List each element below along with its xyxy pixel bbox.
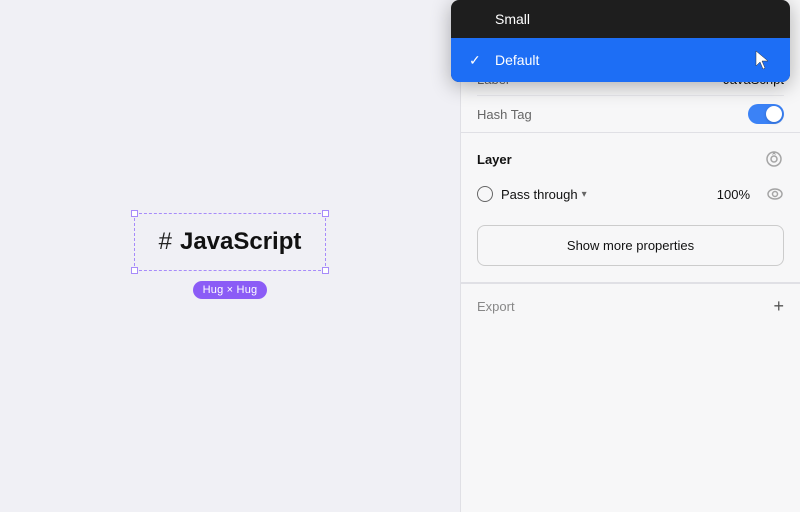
export-section: Export + — [461, 283, 800, 329]
check-empty — [469, 11, 485, 27]
export-label: Export — [477, 299, 515, 314]
size-dropdown[interactable]: Small ✓ Default — [451, 0, 790, 82]
component-frame[interactable]: # JavaScript — [134, 213, 327, 271]
canvas-area: # JavaScript Hug × Hug — [0, 0, 460, 512]
blend-mode-label: Pass through — [501, 187, 578, 202]
export-add-icon[interactable]: + — [773, 296, 784, 317]
handle-bottom-right[interactable] — [322, 267, 329, 274]
layer-title: Layer — [477, 152, 512, 167]
visibility-icon[interactable] — [766, 185, 784, 203]
dropdown-item-small[interactable]: Small — [451, 0, 790, 38]
layer-blend-row: Pass through ▾ 100% — [477, 179, 784, 209]
dropdown-label-default: Default — [495, 52, 744, 68]
hashtag-key: Hash Tag — [477, 107, 748, 122]
show-more-properties-button[interactable]: Show more properties — [477, 225, 784, 266]
handle-top-left[interactable] — [131, 210, 138, 217]
layer-section: Layer Pass through ▾ 100% — [461, 133, 800, 209]
right-panel: Small ✓ Default Label JavaScript Hash Ta… — [460, 0, 800, 512]
hashtag-toggle[interactable] — [748, 104, 784, 124]
dropdown-label-small: Small — [495, 11, 772, 27]
dropdown-item-default[interactable]: ✓ Default — [451, 38, 790, 82]
opacity-value[interactable]: 100% — [717, 187, 750, 202]
check-icon: ✓ — [469, 52, 485, 69]
hash-symbol: # — [159, 228, 172, 256]
blend-chevron-icon: ▾ — [582, 189, 587, 200]
blend-icon — [477, 186, 493, 202]
handle-bottom-left[interactable] — [131, 267, 138, 274]
handle-top-right[interactable] — [322, 210, 329, 217]
hug-badge: Hug × Hug — [193, 281, 268, 299]
component-label-text: JavaScript — [180, 228, 301, 256]
component-wrapper: # JavaScript Hug × Hug — [134, 213, 327, 299]
layer-header: Layer — [477, 149, 784, 169]
blend-mode-selector[interactable]: Pass through ▾ — [501, 187, 709, 202]
layer-settings-icon[interactable] — [764, 149, 784, 169]
cursor-icon — [754, 49, 772, 71]
hashtag-property-row: Hash Tag — [477, 96, 784, 132]
